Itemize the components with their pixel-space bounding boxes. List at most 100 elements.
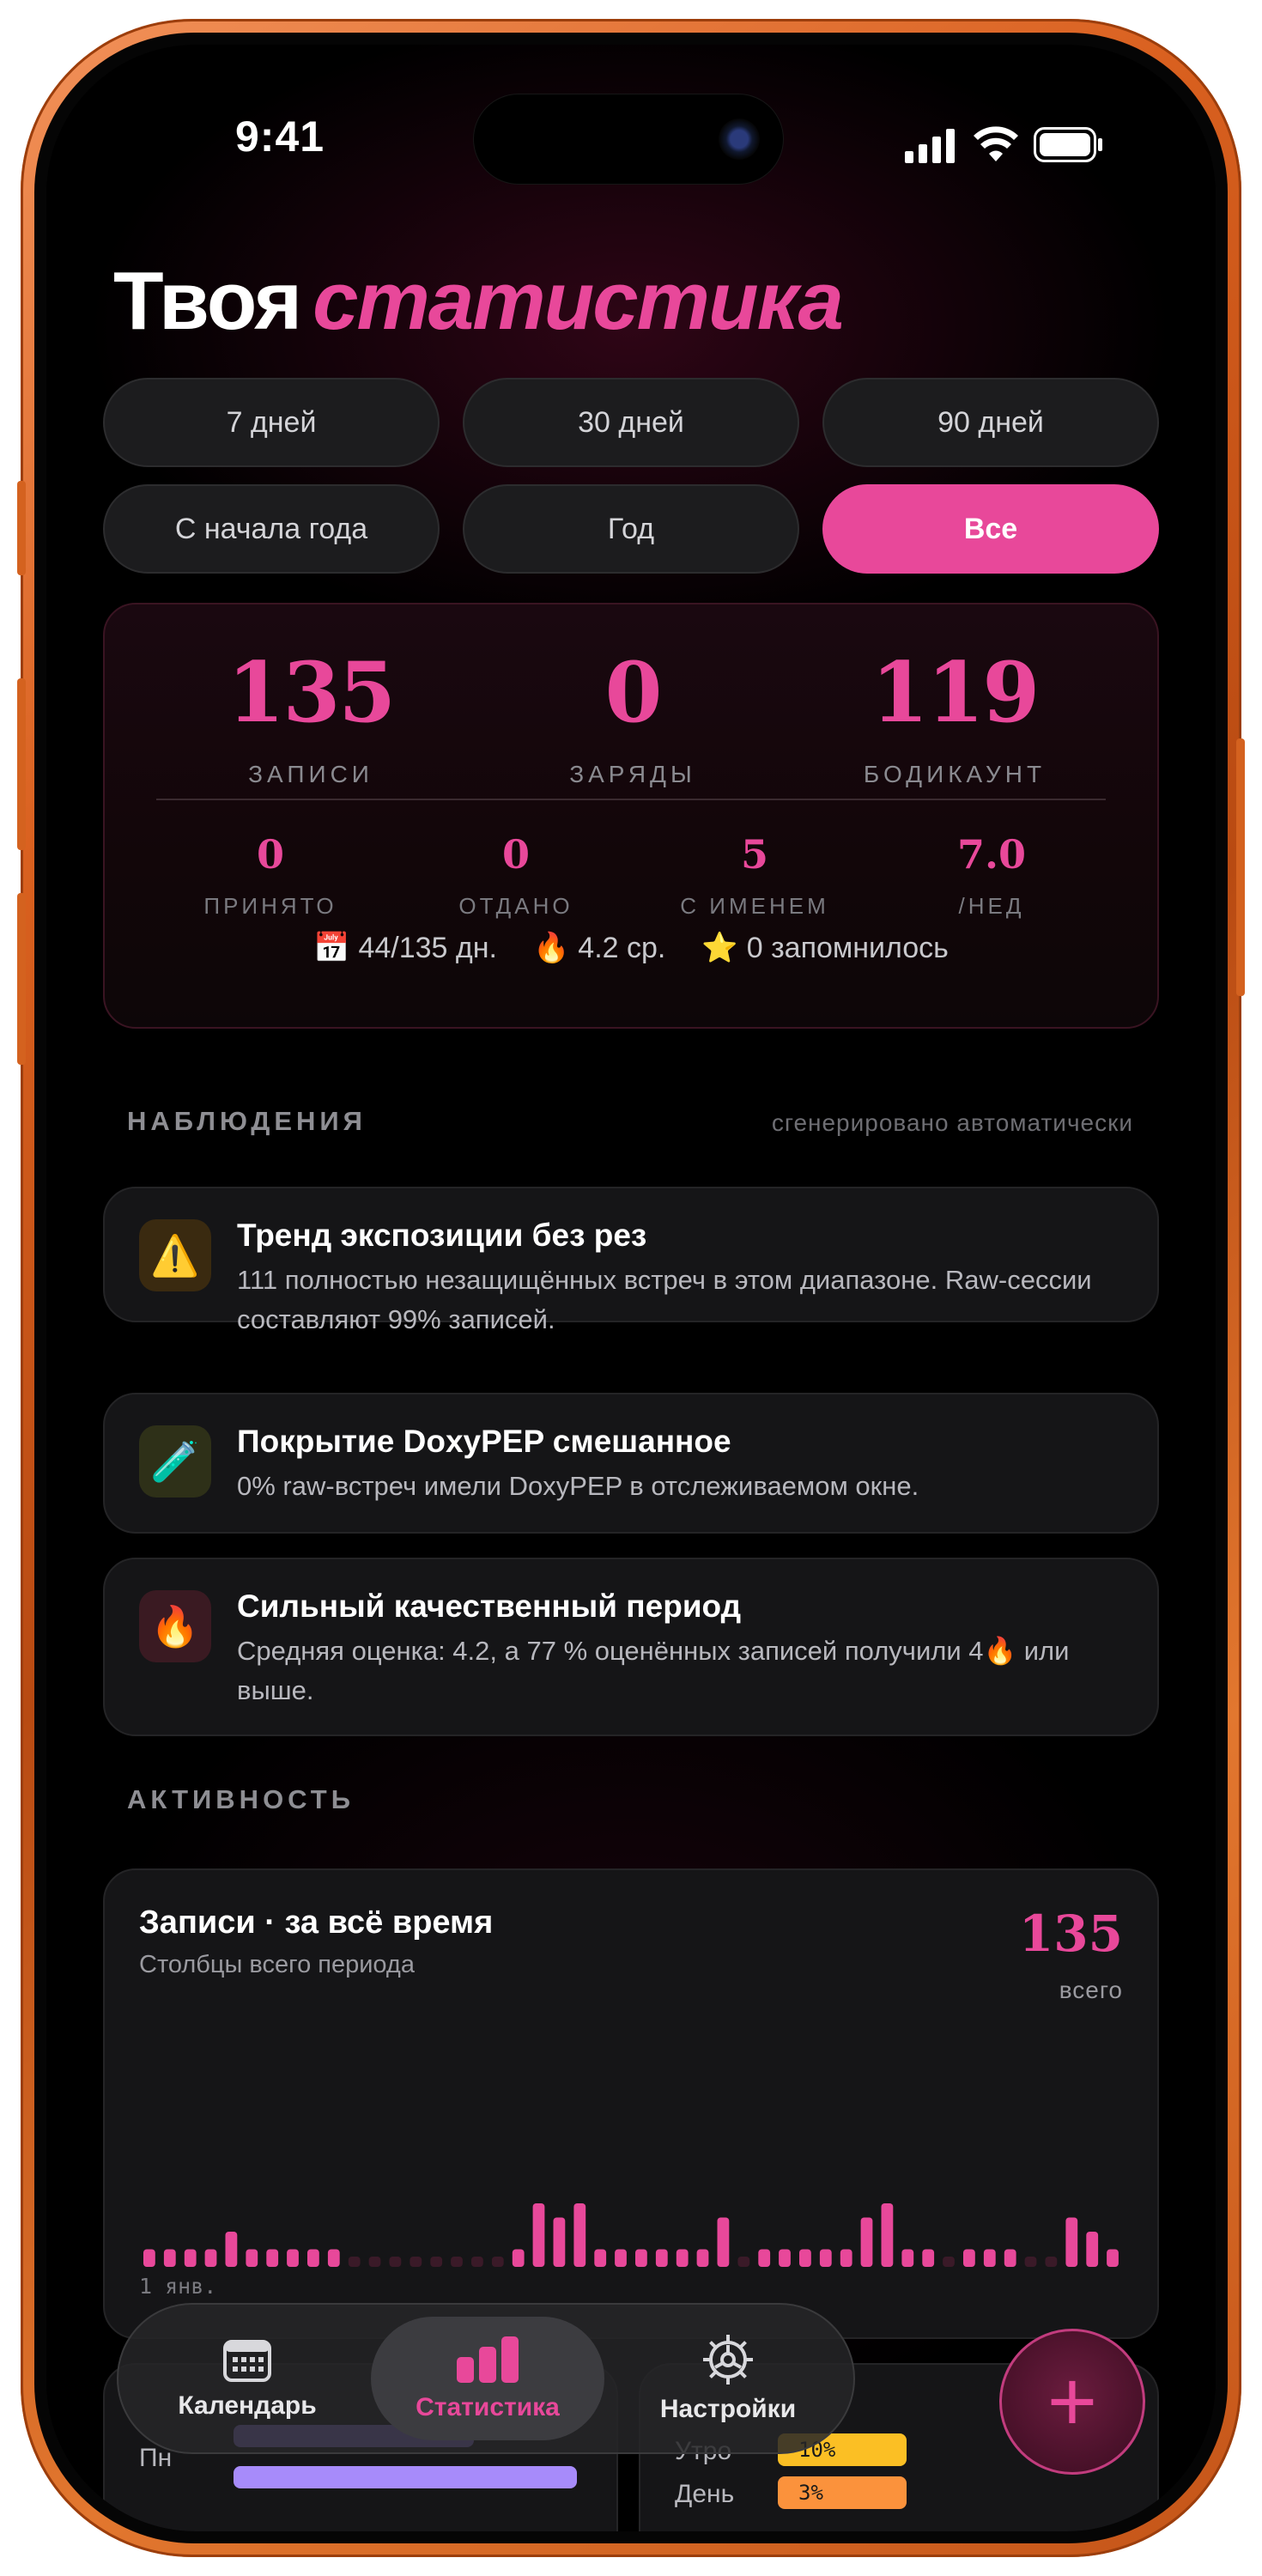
chart-total-label: всего [1059, 1977, 1123, 2003]
x-axis-start-label: 1 янв. [139, 2274, 217, 2299]
tab-settings-label: Настройки [659, 2395, 797, 2423]
insights-note: сгенерировано автоматически [771, 1109, 1133, 1136]
activity-bar [225, 2232, 238, 2267]
battery-icon [1034, 127, 1102, 162]
action-button [17, 481, 26, 575]
period-7-days[interactable]: 7 дней [103, 378, 440, 467]
time-row-label: День [675, 2480, 735, 2508]
test-tube-icon: 🧪 [139, 1425, 211, 1498]
named-count: 5 [740, 831, 768, 878]
period-all[interactable]: Все [822, 484, 1159, 574]
add-entry-button[interactable]: + [999, 2329, 1145, 2475]
calendar-grid-icon [223, 2340, 271, 2382]
volume-down-button [17, 893, 26, 1065]
activity-bar [799, 2249, 811, 2267]
signal-icon [905, 129, 955, 163]
per-week-label: /НЕД [958, 893, 1025, 919]
activity-bar [410, 2257, 422, 2267]
activity-bar [696, 2249, 709, 2267]
activity-bar [246, 2249, 258, 2267]
activity-bar [737, 2257, 750, 2267]
insight-body: Средняя оценка: 4.2, а 77 % оценённых за… [237, 1636, 1070, 1705]
page-title-accent: статистика [312, 255, 844, 347]
tab-bar: Календарь Статистика Настройки [117, 2303, 855, 2454]
bodycount-label: БОДИКАУНТ [863, 761, 1047, 787]
activity-bar [717, 2217, 730, 2267]
period-year[interactable]: Год [463, 484, 799, 574]
insight-card[interactable]: 🔥 Сильный качественный период Средняя оц… [103, 1558, 1159, 1736]
summary-chips: 📅 44/135 дн. 🔥 4.2 ср. ⭐ 0 запомнилось [105, 931, 1157, 965]
power-button [1236, 738, 1245, 996]
activity-bar [512, 2249, 525, 2267]
activity-bar [553, 2217, 566, 2267]
calendar-icon: 📅 [313, 932, 350, 964]
activity-bar [287, 2249, 299, 2267]
activity-bar [1045, 2257, 1058, 2267]
period-30-days[interactable]: 30 дней [463, 378, 799, 467]
activity-bar [901, 2249, 914, 2267]
insight-title: Сильный качественный период [237, 1589, 742, 1624]
chart-subtitle: Столбцы всего периода [139, 1951, 415, 1978]
insight-card[interactable]: ⚠️ Тренд экспозиции без рез 111 полность… [103, 1187, 1159, 1334]
activity-bar [573, 2203, 586, 2267]
activity-bar [266, 2249, 279, 2267]
activity-bar [881, 2203, 894, 2267]
bar-chart-icon [457, 2336, 519, 2383]
gear-icon [703, 2335, 753, 2385]
activity-bar-chart [143, 2203, 1119, 2267]
activity-bar [348, 2257, 361, 2267]
entries-count: 135 [227, 644, 396, 741]
activity-bar [1004, 2249, 1016, 2267]
remembered-chip: ⭐ 0 запомнилось [701, 931, 949, 965]
activity-bar [307, 2249, 319, 2267]
charges-count: 0 [604, 644, 663, 741]
activity-heading: АКТИВНОСТЬ [127, 1784, 355, 1814]
activity-bar [368, 2257, 381, 2267]
activity-bar [532, 2203, 545, 2267]
star-icon: ⭐ [701, 932, 738, 964]
activity-bar [163, 2249, 176, 2267]
received-label: ПРИНЯТО [203, 893, 337, 919]
activity-bar [1024, 2257, 1037, 2267]
period-90-days[interactable]: 90 дней [822, 378, 1159, 467]
bodycount-count: 119 [871, 644, 1040, 741]
tab-statistics[interactable]: Статистика [371, 2317, 604, 2440]
status-time: 9:41 [235, 112, 325, 161]
activity-bar [819, 2249, 832, 2267]
activity-bar [430, 2257, 443, 2267]
insight-title: Тренд экспозиции без рез [237, 1218, 647, 1253]
summary-card: 135 ЗАПИСИ 0 ЗАРЯДЫ 119 БОДИКАУНТ 0 ПРИН… [103, 603, 1159, 1029]
named-label: С ИМЕНЕМ [680, 893, 829, 919]
activity-bar [676, 2249, 689, 2267]
activity-bar [1086, 2232, 1099, 2267]
weekday-bar [234, 2466, 577, 2488]
insights-heading: НАБЛЮДЕНИЯ [127, 1106, 367, 1136]
days-chip: 📅 44/135 дн. [313, 931, 497, 965]
days-chip-text: 44/135 дн. [358, 932, 497, 964]
wifi-icon [974, 126, 1018, 161]
volume-up-button [17, 678, 26, 850]
activity-bar [1065, 2217, 1078, 2267]
time-row-value: 3% [778, 2476, 907, 2509]
activity-bar [471, 2257, 483, 2267]
tab-calendar-label: Календарь [178, 2391, 317, 2420]
warning-icon: ⚠️ [139, 1219, 211, 1291]
activity-bar [143, 2249, 155, 2267]
insight-title: Покрытие DoxyPEP смешанное [237, 1424, 731, 1459]
activity-bar [635, 2249, 647, 2267]
tab-settings[interactable]: Настройки [611, 2317, 845, 2440]
period-year-to-date[interactable]: С начала года [103, 484, 440, 574]
remembered-chip-text: 0 запомнилось [746, 932, 949, 964]
activity-bar [983, 2249, 996, 2267]
per-week-count: 7.0 [956, 831, 1027, 878]
activity-bar [204, 2249, 217, 2267]
activity-bar [655, 2249, 668, 2267]
activity-bar [327, 2249, 340, 2267]
activity-bar [779, 2249, 791, 2267]
avg-rating-chip-text: 4.2 ср. [578, 932, 666, 964]
tab-calendar[interactable]: Календарь [130, 2317, 364, 2440]
insight-card[interactable]: 🧪 Покрытие DoxyPEP смешанное 0% raw-встр… [103, 1393, 1159, 1534]
activity-bar [840, 2249, 852, 2267]
activity-bar [451, 2257, 463, 2267]
activity-bar [922, 2249, 935, 2267]
